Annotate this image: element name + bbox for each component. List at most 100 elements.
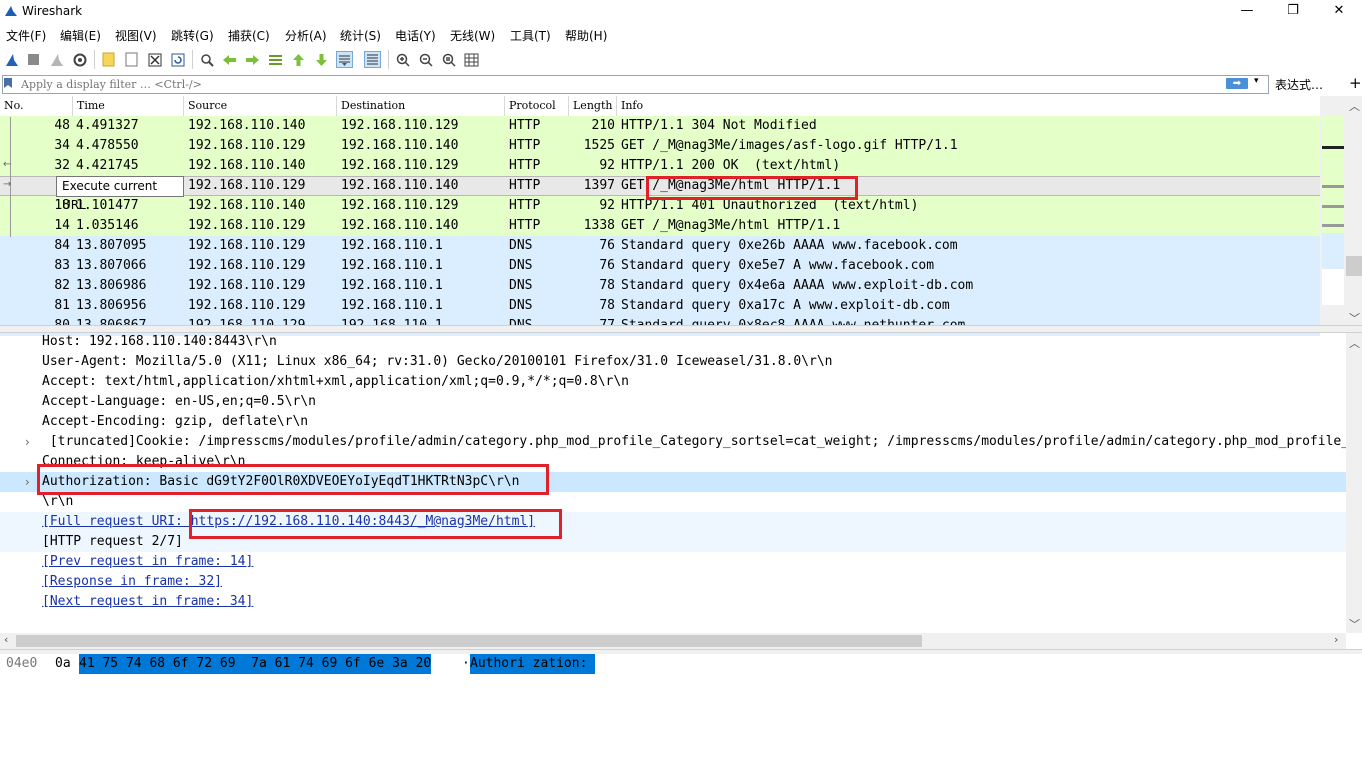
- menu-help[interactable]: 帮助(H): [565, 27, 607, 44]
- scroll-up-icon[interactable]: ︿: [1349, 98, 1360, 114]
- options-gear-icon[interactable]: [71, 51, 88, 68]
- detail-row[interactable]: Accept-Encoding: gzip, deflate\r\n: [0, 412, 1346, 432]
- column-no[interactable]: No.: [4, 99, 24, 112]
- column-protocol[interactable]: Protocol: [509, 99, 556, 112]
- scroll-up-icon[interactable]: ︿: [1349, 335, 1360, 351]
- menu-go[interactable]: 跳转(G): [171, 27, 214, 44]
- restart-icon[interactable]: [48, 51, 65, 68]
- column-info[interactable]: Info: [621, 99, 643, 112]
- frame-link[interactable]: [Next request in frame: 34]: [42, 592, 253, 612]
- column-destination[interactable]: Destination: [341, 99, 405, 112]
- cell-time: 13.807066: [76, 258, 147, 273]
- maximize-button[interactable]: ❐: [1270, 0, 1316, 24]
- packet-row[interactable]: 32 4.421745 192.168.110.140 192.168.110.129…: [0, 156, 1320, 176]
- resize-columns-icon[interactable]: [463, 51, 480, 68]
- menu-file[interactable]: 文件(F): [6, 27, 46, 44]
- colorize-icon[interactable]: [364, 51, 381, 68]
- menu-edit[interactable]: 编辑(E): [60, 27, 101, 44]
- column-divider[interactable]: [183, 96, 184, 116]
- bookmark-icon[interactable]: [3, 77, 13, 89]
- packet-row[interactable]: 34 4.478550 192.168.110.129 192.168.110.140…: [0, 136, 1320, 156]
- byte-hex-unselected[interactable]: 0a: [55, 654, 71, 674]
- annotation-box-uri: [189, 509, 562, 539]
- detail-text: [HTTP request 2/7]: [42, 534, 183, 549]
- byte-ascii-selected[interactable]: Authori zation:: [470, 654, 596, 674]
- close-button[interactable]: ✕: [1316, 0, 1362, 24]
- packet-row[interactable]: 82 13.806986 192.168.110.129 192.168.110.1 D…: [0, 276, 1320, 296]
- scroll-down-icon[interactable]: ﹀: [1349, 310, 1360, 326]
- detail-row[interactable]: Accept: text/html,application/xhtml+xml,…: [0, 372, 1346, 392]
- expression-button[interactable]: 表达式…: [1275, 76, 1323, 93]
- packet-row[interactable]: 48 4.491327 192.168.110.140 192.168.110.129…: [0, 116, 1320, 136]
- zoom-in-icon[interactable]: [394, 51, 411, 68]
- menu-telephony[interactable]: 电话(Y): [395, 27, 436, 44]
- column-divider[interactable]: [72, 96, 73, 116]
- packet-row[interactable]: 81 13.806956 192.168.110.129 192.168.110.1 D…: [0, 296, 1320, 316]
- menu-statistics[interactable]: 统计(S): [340, 27, 381, 44]
- find-icon[interactable]: [198, 51, 215, 68]
- column-source[interactable]: Source: [188, 99, 227, 112]
- details-scrollbar[interactable]: [1346, 333, 1362, 633]
- detail-row[interactable]: › [truncated]Cookie: /impresscms/modules…: [0, 432, 1346, 452]
- column-divider[interactable]: [504, 96, 505, 116]
- column-divider[interactable]: [568, 96, 569, 116]
- column-length[interactable]: Length: [573, 99, 612, 112]
- details-horizontal-thumb[interactable]: [16, 635, 922, 647]
- scroll-right-icon[interactable]: ›: [1334, 633, 1338, 646]
- menu-tools[interactable]: 工具(T): [510, 27, 551, 44]
- cell-time: 4.491327: [76, 118, 139, 133]
- packet-list-scroll-thumb[interactable]: [1346, 256, 1362, 276]
- cell-source: 192.168.110.129: [188, 178, 306, 193]
- menu-capture[interactable]: 捕获(C): [228, 27, 270, 44]
- back-icon[interactable]: [221, 51, 238, 68]
- zoom-normal-icon[interactable]: [440, 51, 457, 68]
- stop-icon[interactable]: [25, 51, 42, 68]
- detail-row[interactable]: [Prev request in frame: 14]: [0, 552, 1346, 572]
- cell-info: Standard query 0xa17c A www.exploit-db.c…: [621, 298, 950, 313]
- last-packet-icon[interactable]: [313, 51, 330, 68]
- detail-row[interactable]: User-Agent: Mozilla/5.0 (X11; Linux x86_…: [0, 352, 1346, 372]
- cell-protocol: HTTP: [509, 198, 541, 213]
- cell-protocol: DNS: [509, 298, 533, 313]
- packet-row[interactable]: 83 13.807066 192.168.110.129 192.168.110.1 D…: [0, 256, 1320, 276]
- scroll-left-icon[interactable]: ‹: [4, 633, 8, 646]
- filter-history-dropdown[interactable]: ▾: [1254, 76, 1259, 86]
- forward-icon[interactable]: [244, 51, 261, 68]
- column-divider[interactable]: [616, 96, 617, 116]
- close-file-icon[interactable]: [146, 51, 163, 68]
- menu-analyze[interactable]: 分析(A): [285, 27, 327, 44]
- uri-label[interactable]: [Full request URI:: [42, 514, 191, 529]
- detail-row[interactable]: Accept-Language: en-US,en;q=0.5\r\n: [0, 392, 1346, 412]
- first-packet-icon[interactable]: [290, 51, 307, 68]
- packet-minimap[interactable]: [1322, 115, 1344, 305]
- byte-ascii-unselected[interactable]: ·: [462, 654, 470, 674]
- display-filter-input[interactable]: [21, 77, 1211, 92]
- detail-row[interactable]: [Response in frame: 32]: [0, 572, 1346, 592]
- menu-view[interactable]: 视图(V): [115, 27, 157, 44]
- autoscroll-icon[interactable]: [336, 51, 353, 68]
- expand-arrow-icon[interactable]: ›: [25, 432, 30, 452]
- open-file-icon[interactable]: [100, 51, 117, 68]
- frame-link[interactable]: [Response in frame: 32]: [42, 572, 222, 592]
- frame-link[interactable]: [Prev request in frame: 14]: [42, 552, 253, 572]
- cell-source: 192.168.110.129: [188, 238, 306, 253]
- packet-row[interactable]: 14 1.035146 192.168.110.129 192.168.110.140…: [0, 216, 1320, 236]
- byte-hex-selected[interactable]: 41 75 74 68 6f 72 69 7a 61 74 69 6f 6e 3…: [79, 654, 432, 674]
- add-filter-button[interactable]: +: [1349, 74, 1362, 92]
- apply-filter-button[interactable]: ➡: [1226, 78, 1248, 89]
- column-time[interactable]: Time: [77, 99, 105, 112]
- reload-icon[interactable]: [169, 51, 186, 68]
- goto-packet-icon[interactable]: [267, 51, 284, 68]
- zoom-out-icon[interactable]: [417, 51, 434, 68]
- column-divider[interactable]: [336, 96, 337, 116]
- response-arrow-icon: ←: [3, 159, 12, 170]
- shark-fin-start-icon[interactable]: [3, 51, 20, 68]
- menu-wireless[interactable]: 无线(W): [450, 27, 495, 44]
- detail-row[interactable]: [Next request in frame: 34]: [0, 592, 1346, 612]
- scroll-down-icon[interactable]: ﹀: [1349, 616, 1360, 632]
- expand-arrow-icon[interactable]: ›: [25, 472, 30, 492]
- detail-row[interactable]: Host: 192.168.110.140:8443\r\n: [0, 332, 1346, 352]
- minimize-button[interactable]: —: [1224, 0, 1270, 24]
- packet-row[interactable]: 84 13.807095 192.168.110.129 192.168.110.1 D…: [0, 236, 1320, 256]
- file-icon[interactable]: [123, 51, 140, 68]
